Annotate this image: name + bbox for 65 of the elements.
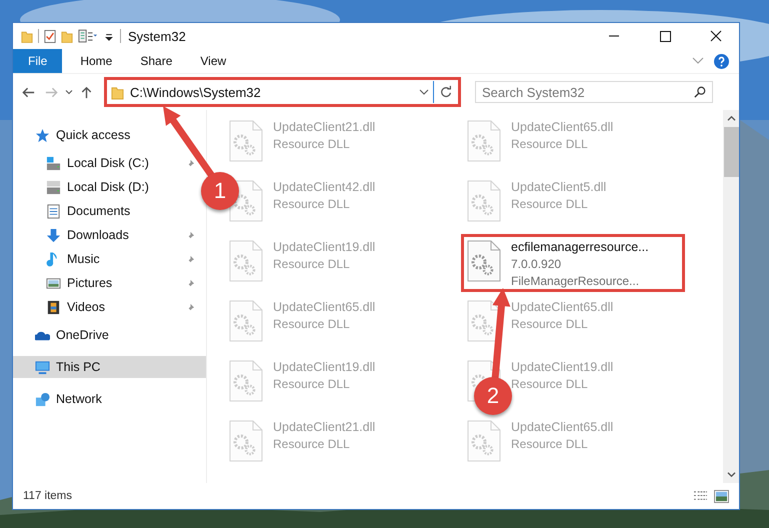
sidebar-item[interactable]: Network — [13, 383, 206, 415]
file-detail: Resource DLL — [511, 437, 589, 451]
address-path: C:\Windows\System32 — [130, 84, 262, 100]
sidebar-item[interactable]: Music — [13, 247, 200, 271]
dropdown-icon[interactable] — [419, 88, 429, 96]
sidebar-icon — [46, 228, 61, 242]
dll-file-icon[interactable] — [467, 300, 501, 342]
pin-icon[interactable] — [186, 230, 195, 240]
sidebar-item[interactable]: OneDrive — [13, 319, 206, 351]
details-view-icon[interactable] — [693, 490, 708, 502]
item-count: 117 items — [23, 490, 72, 502]
scroll-up-icon[interactable] — [726, 115, 736, 122]
file-detail: Resource DLL — [511, 317, 589, 331]
sidebar-icon — [46, 180, 61, 194]
file-detail: Resource DLL — [511, 197, 589, 211]
properties-icon[interactable] — [44, 28, 56, 44]
file-detail: Resource DLL — [273, 377, 351, 391]
sidebar-item[interactable]: Quick access — [13, 119, 206, 151]
pin-icon[interactable] — [186, 158, 195, 168]
sidebar-item[interactable]: Documents — [13, 199, 200, 223]
ribbon-tab[interactable]: Share — [126, 49, 186, 73]
file-detail: FileManagerResource... — [511, 274, 640, 288]
sidebar-item[interactable]: Pictures — [13, 271, 200, 295]
layout-icon[interactable] — [78, 28, 98, 44]
ribbon-tab[interactable]: Home — [66, 49, 126, 73]
sidebar-item[interactable]: Downloads — [13, 223, 200, 247]
pin-icon[interactable] — [186, 278, 195, 288]
help-icon[interactable] — [714, 54, 729, 68]
search-field[interactable]: Search System32 — [475, 81, 713, 103]
file-detail: Resource DLL — [273, 317, 351, 331]
refresh-icon[interactable] — [439, 85, 453, 99]
address-field[interactable]: C:\Windows\System32 — [107, 81, 434, 103]
sidebar-item[interactable]: Local Disk (D:) — [13, 175, 200, 199]
ribbon-tab[interactable]: View — [186, 49, 240, 73]
scroll-down-icon[interactable] — [726, 471, 736, 478]
sidebar-icon — [35, 392, 50, 406]
file-detail: Resource DLL — [273, 257, 351, 271]
file-detail: Resource DLL — [273, 437, 351, 451]
sidebar-icon — [35, 128, 50, 142]
folder-icon — [111, 84, 124, 100]
file-detail: Resource DLL — [511, 377, 589, 391]
file-detail: Resource DLL — [273, 197, 351, 211]
sidebar-icon — [46, 300, 61, 314]
sidebar-item[interactable]: Local Disk (C:) — [13, 151, 200, 175]
sidebar-icon — [46, 204, 61, 218]
pin-icon[interactable] — [186, 254, 195, 264]
sidebar-icon — [46, 156, 61, 170]
chevron-icon[interactable] — [692, 57, 704, 65]
file-detail: 7.0.0.920 — [511, 257, 562, 271]
scrollbar[interactable] — [723, 110, 739, 483]
sidebar-item[interactable]: Videos — [13, 295, 200, 319]
pin-icon[interactable] — [186, 302, 195, 312]
file-detail: Resource DLL — [511, 137, 589, 151]
window-title: System32 — [128, 28, 186, 44]
file-detail: Resource DLL — [273, 137, 351, 151]
up-icon[interactable] — [79, 84, 94, 100]
scroll-thumb[interactable] — [724, 127, 738, 177]
sidebar-item[interactable]: This PC — [13, 356, 206, 378]
file-name[interactable]: ecfilemanagerresource... — [511, 240, 649, 254]
tiles-view-icon[interactable] — [714, 490, 729, 502]
sidebar-icon — [46, 276, 61, 290]
sidebar-icon — [35, 360, 50, 374]
recent-icon[interactable] — [65, 88, 73, 96]
search-icon[interactable] — [694, 86, 706, 98]
dll-file-icon[interactable] — [467, 240, 501, 282]
